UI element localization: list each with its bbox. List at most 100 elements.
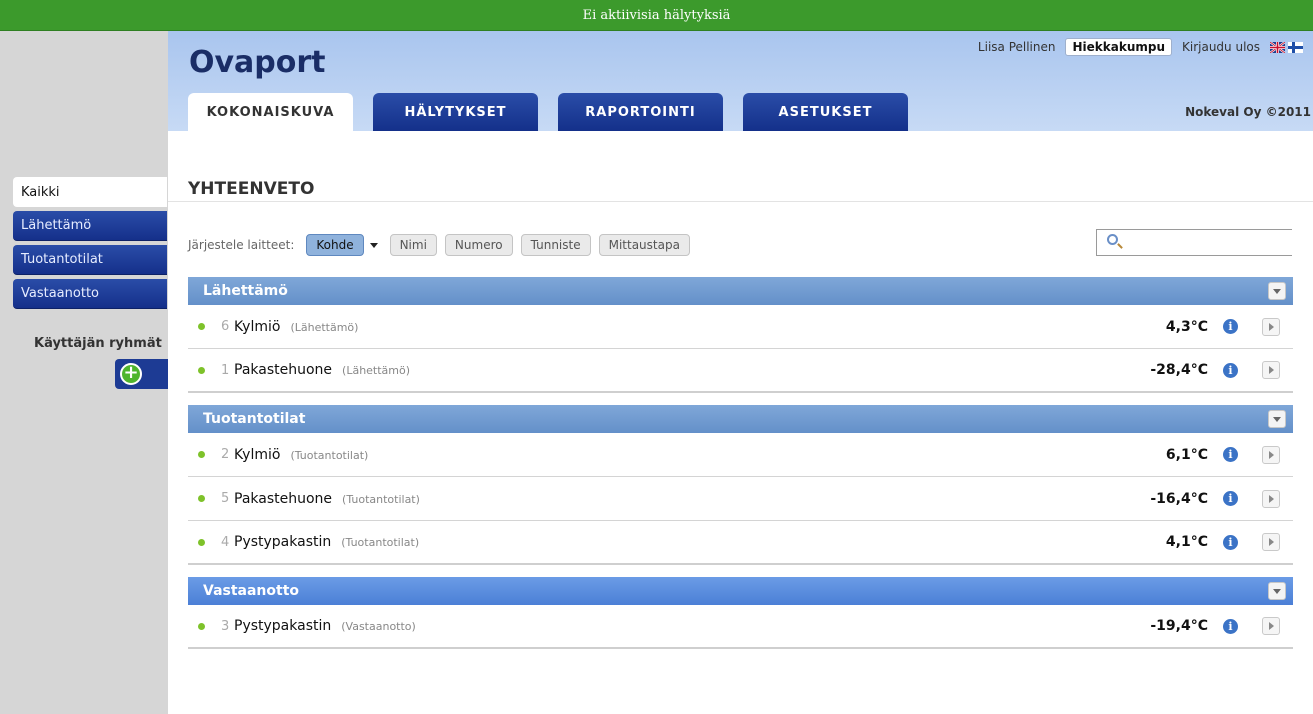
group-name: Lähettämö (203, 283, 288, 299)
device-location: (Vastaanotto) (341, 620, 416, 633)
temperature-value: 6,1°C (1165, 446, 1208, 463)
location-button[interactable]: Hiekkakumpu (1065, 38, 1172, 56)
status-dot-icon (198, 538, 205, 546)
open-details-icon[interactable] (1262, 361, 1280, 379)
sort-tunniste-button[interactable]: Tunniste (520, 234, 591, 256)
device-name: Pystypakastin (234, 534, 332, 550)
sidebar-item-lahettamo[interactable]: Lähettämö (13, 211, 167, 241)
device-location: (Tuotantotilat) (290, 448, 369, 462)
sidebar-item-tuotantotilat[interactable]: Tuotantotilat (13, 245, 167, 275)
device-name: Kylmiö (234, 446, 281, 463)
open-details-icon[interactable] (1262, 533, 1280, 551)
sidebar: Kaikki Lähettämö Tuotantotilat Vastaanot… (0, 31, 168, 714)
sort-toolbar: Järjestele laitteet: Kohde Nimi Numero T… (188, 234, 690, 256)
temperature-value: -19,4°C (1150, 618, 1208, 634)
english-flag-icon[interactable] (1270, 41, 1285, 53)
tab-kokonaiskuva[interactable]: KOKONAISKUVA (188, 93, 353, 131)
alarm-status-bar: Ei aktiivisia hälytyksiä (0, 0, 1313, 31)
sort-dropdown-icon[interactable] (369, 242, 378, 248)
tab-halytykset[interactable]: HÄLYTYKSET (373, 93, 538, 131)
device-row[interactable]: 1 Pakastehuone (Lähettämö) -28,4°C i (188, 349, 1293, 393)
collapse-icon[interactable] (1268, 582, 1286, 600)
sidebar-item-kaikki[interactable]: Kaikki (13, 177, 167, 207)
device-number: 1 (221, 362, 230, 378)
device-location: (Tuotantotilat) (341, 536, 420, 549)
sort-nimi-button[interactable]: Nimi (389, 234, 437, 256)
user-links: Liisa Pellinen Hiekkakumpu Kirjaudu ulos (978, 38, 1303, 56)
group-name: Vastaanotto (203, 583, 300, 599)
sidebar-item-label: Lähettämö (21, 218, 92, 233)
main-tabs: KOKONAISKUVA HÄLYTYKSET RAPORTOINTI ASET… (188, 93, 908, 131)
group-header[interactable]: Tuotantotilat (188, 405, 1293, 433)
status-dot-icon (198, 622, 205, 630)
sort-mittaustapa-button[interactable]: Mittaustapa (598, 234, 690, 256)
info-icon[interactable]: i (1223, 319, 1238, 334)
device-label: Pakastehuone (Tuotantotilat) (234, 491, 420, 507)
header: Ovaport Liisa Pellinen Hiekkakumpu Kirja… (168, 31, 1313, 131)
sort-label: Järjestele laitteet: (188, 238, 295, 252)
device-number: 5 (221, 491, 230, 506)
group-name: Tuotantotilat (203, 411, 306, 427)
collapse-icon[interactable] (1268, 282, 1286, 300)
search-input[interactable] (1096, 229, 1292, 256)
temperature-value: -16,4°C (1150, 490, 1208, 507)
device-name: Pystypakastin (234, 618, 332, 634)
info-icon[interactable]: i (1223, 362, 1238, 378)
add-user-group-button[interactable]: + (115, 359, 168, 389)
main-content: YHTEENVETO Järjestele laitteet: Kohde Ni… (168, 131, 1313, 714)
device-groups: Lähettämö 6 Kylmiö (Lähettämö) 4,3°C i 1 Pakast… (188, 277, 1293, 661)
finnish-flag-icon[interactable] (1288, 41, 1303, 53)
search-icon (1107, 234, 1118, 245)
device-location: (Lähettämö) (342, 364, 411, 377)
sidebar-item-label: Tuotantotilat (21, 252, 103, 267)
group-header[interactable]: Lähettämö (188, 277, 1293, 305)
company-copyright: Nokeval Oy ©2011 (1185, 105, 1311, 119)
user-groups-label: Käyttäjän ryhmät (34, 336, 162, 351)
open-details-icon[interactable] (1262, 489, 1280, 508)
status-dot-icon (198, 323, 205, 330)
status-dot-icon (198, 451, 205, 458)
device-row[interactable]: 4 Pystypakastin (Tuotantotilat) 4,1°C i (188, 521, 1293, 565)
device-location: (Tuotantotilat) (342, 492, 420, 506)
page-title: YHTEENVETO (188, 179, 315, 199)
info-icon[interactable]: i (1223, 447, 1238, 462)
sort-numero-button[interactable]: Numero (444, 234, 513, 256)
device-name: Kylmiö (234, 318, 281, 335)
info-icon[interactable]: i (1223, 534, 1238, 550)
device-number: 6 (221, 319, 230, 334)
plus-icon: + (120, 363, 142, 385)
device-name: Pakastehuone (234, 362, 333, 378)
device-row[interactable]: 2 Kylmiö (Tuotantotilat) 6,1°C i (188, 433, 1293, 477)
open-details-icon[interactable] (1262, 317, 1280, 336)
tab-raportointi[interactable]: RAPORTOINTI (558, 93, 723, 131)
group-header[interactable]: Vastaanotto (188, 577, 1293, 605)
alarm-status-text: Ei aktiivisia hälytyksiä (582, 7, 731, 23)
tab-asetukset[interactable]: ASETUKSET (743, 93, 908, 131)
device-row[interactable]: 6 Kylmiö (Lähettämö) 4,3°C i (188, 305, 1293, 349)
device-label: Kylmiö (Tuotantotilat) (234, 447, 368, 463)
device-label: Pakastehuone (Lähettämö) (234, 362, 410, 378)
device-row[interactable]: 3 Pystypakastin (Vastaanotto) -19,4°C i (188, 605, 1293, 649)
open-details-icon[interactable] (1262, 445, 1280, 464)
sidebar-item-vastaanotto[interactable]: Vastaanotto (13, 279, 167, 309)
sidebar-item-label: Vastaanotto (21, 286, 99, 301)
temperature-value: 4,3°C (1165, 318, 1208, 335)
sort-kohde-button[interactable]: Kohde (306, 234, 364, 256)
status-dot-icon (198, 495, 205, 502)
device-group: Tuotantotilat 2 Kylmiö (Tuotantotilat) 6,1°C… (188, 405, 1293, 565)
device-location: (Lähettämö) (290, 320, 359, 334)
device-group: Vastaanotto 3 Pystypakastin (Vastaanotto) -1… (188, 577, 1293, 649)
temperature-value: 4,1°C (1165, 534, 1208, 550)
title-divider (168, 201, 1313, 202)
sidebar-item-label: Kaikki (21, 184, 60, 200)
device-name: Pakastehuone (234, 490, 333, 507)
open-details-icon[interactable] (1262, 617, 1280, 635)
temperature-value: -28,4°C (1150, 362, 1208, 378)
device-number: 4 (221, 534, 230, 550)
device-row[interactable]: 5 Pakastehuone (Tuotantotilat) -16,4°C i (188, 477, 1293, 521)
device-group: Lähettämö 6 Kylmiö (Lähettämö) 4,3°C i 1 Pakast… (188, 277, 1293, 393)
info-icon[interactable]: i (1223, 618, 1238, 634)
logout-link[interactable]: Kirjaudu ulos (1182, 40, 1260, 54)
collapse-icon[interactable] (1268, 410, 1286, 428)
info-icon[interactable]: i (1223, 491, 1238, 506)
